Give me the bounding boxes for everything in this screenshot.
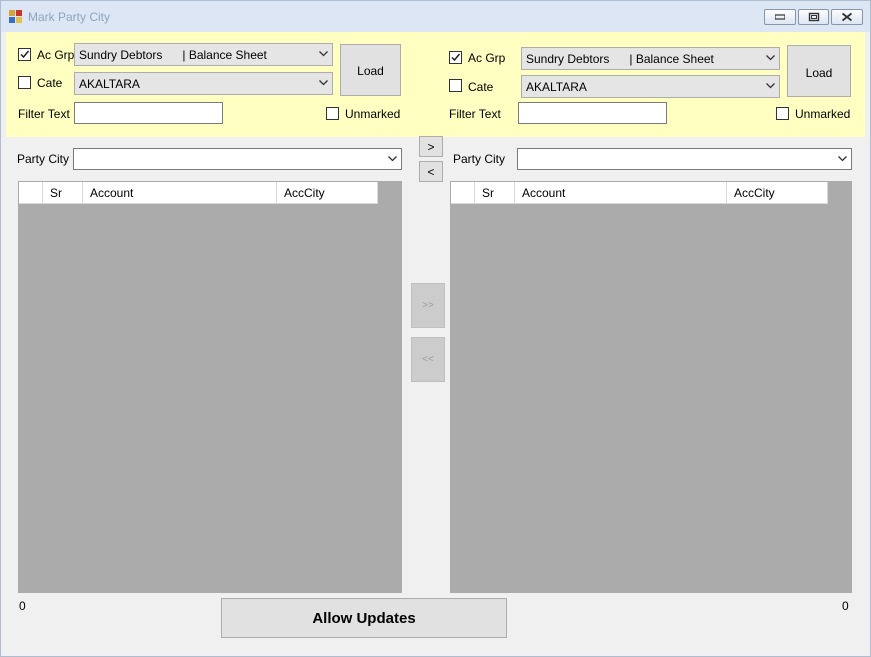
left-row-count: 0 (19, 599, 26, 613)
left-acgrp-label: Ac Grp (37, 48, 75, 62)
minimize-button[interactable] (764, 9, 796, 25)
left-grid-header: Sr Account AccCity (19, 182, 378, 204)
chevron-down-icon (319, 80, 328, 86)
restore-icon (808, 12, 819, 22)
chevron-down-icon (319, 51, 328, 57)
left-filter-label: Filter Text (18, 107, 70, 121)
right-row-count: 0 (842, 599, 849, 613)
close-icon (841, 12, 853, 22)
move-one-left-button[interactable]: < (419, 161, 443, 182)
left-cate-value: AKALTARA (79, 77, 140, 91)
move-all-right-label: >> (422, 300, 434, 311)
main-window: Mark Party City Ac Grp Sundry Debtors | … (0, 0, 871, 657)
checkmark-icon (451, 53, 461, 62)
right-grid-col-sr[interactable]: Sr (475, 182, 515, 204)
left-party-city-label: Party City (17, 152, 70, 166)
right-grid-col-account[interactable]: Account (515, 182, 727, 204)
right-cate-value: AKALTARA (526, 80, 587, 94)
left-acgrp-combo[interactable]: Sundry Debtors | Balance Sheet (74, 43, 333, 66)
right-grid-col-acccity[interactable]: AccCity (727, 182, 828, 204)
app-icon (9, 10, 23, 23)
right-unmarked-checkbox[interactable] (776, 107, 789, 120)
chevron-down-icon (766, 55, 775, 61)
left-acgrp-checkbox[interactable] (18, 48, 31, 61)
move-one-right-button[interactable]: > (419, 136, 443, 157)
right-cate-combo[interactable]: AKALTARA (521, 75, 780, 98)
move-all-left-button[interactable]: << (411, 337, 445, 382)
right-cate-checkbox[interactable] (449, 79, 462, 92)
left-grid-col-acccity[interactable]: AccCity (277, 182, 378, 204)
left-acgrp-value: Sundry Debtors | Balance Sheet (79, 48, 267, 62)
right-filter-label: Filter Text (449, 107, 501, 121)
chevron-down-icon (388, 156, 397, 162)
allow-updates-label: Allow Updates (312, 610, 416, 627)
title-bar: Mark Party City (1, 1, 870, 32)
restore-button[interactable] (798, 9, 829, 25)
left-cate-label: Cate (37, 76, 63, 90)
right-cate-label: Cate (468, 80, 494, 94)
move-all-left-label: << (422, 354, 434, 365)
right-load-label: Load (805, 66, 833, 80)
left-grid[interactable]: Sr Account AccCity (18, 181, 402, 593)
move-one-left-label: < (427, 165, 435, 179)
close-button[interactable] (831, 9, 863, 25)
right-acgrp-value: Sundry Debtors | Balance Sheet (526, 52, 714, 66)
move-one-right-label: > (427, 140, 435, 154)
window-title: Mark Party City (28, 10, 111, 24)
allow-updates-button[interactable]: Allow Updates (221, 598, 507, 638)
right-acgrp-checkbox[interactable] (449, 51, 462, 64)
left-load-label: Load (357, 64, 384, 78)
right-unmarked-label: Unmarked (795, 107, 851, 121)
left-grid-col-account[interactable]: Account (83, 182, 277, 204)
left-filter-input[interactable] (74, 102, 223, 124)
right-acgrp-combo[interactable]: Sundry Debtors | Balance Sheet (521, 47, 780, 70)
checkmark-icon (20, 50, 30, 59)
left-cate-combo[interactable]: AKALTARA (74, 72, 333, 95)
right-filter-input[interactable] (518, 102, 667, 124)
left-unmarked-label: Unmarked (345, 107, 401, 121)
right-acgrp-label: Ac Grp (468, 51, 506, 65)
minimize-icon (775, 14, 785, 20)
left-grid-col-sr[interactable]: Sr (43, 182, 83, 204)
right-party-city-label: Party City (453, 152, 506, 166)
right-load-button[interactable]: Load (787, 45, 851, 97)
chevron-down-icon (766, 83, 775, 89)
right-grid-header: Sr Account AccCity (451, 182, 828, 204)
right-grid-col-select[interactable] (451, 182, 475, 204)
right-grid[interactable]: Sr Account AccCity (450, 181, 852, 593)
move-all-right-button[interactable]: >> (411, 283, 445, 328)
left-grid-col-select[interactable] (19, 182, 43, 204)
left-party-city-combo[interactable] (73, 148, 402, 170)
chevron-down-icon (838, 156, 847, 162)
left-unmarked-checkbox[interactable] (326, 107, 339, 120)
left-cate-checkbox[interactable] (18, 76, 31, 89)
left-load-button[interactable]: Load (340, 44, 401, 96)
right-party-city-combo[interactable] (517, 148, 852, 170)
